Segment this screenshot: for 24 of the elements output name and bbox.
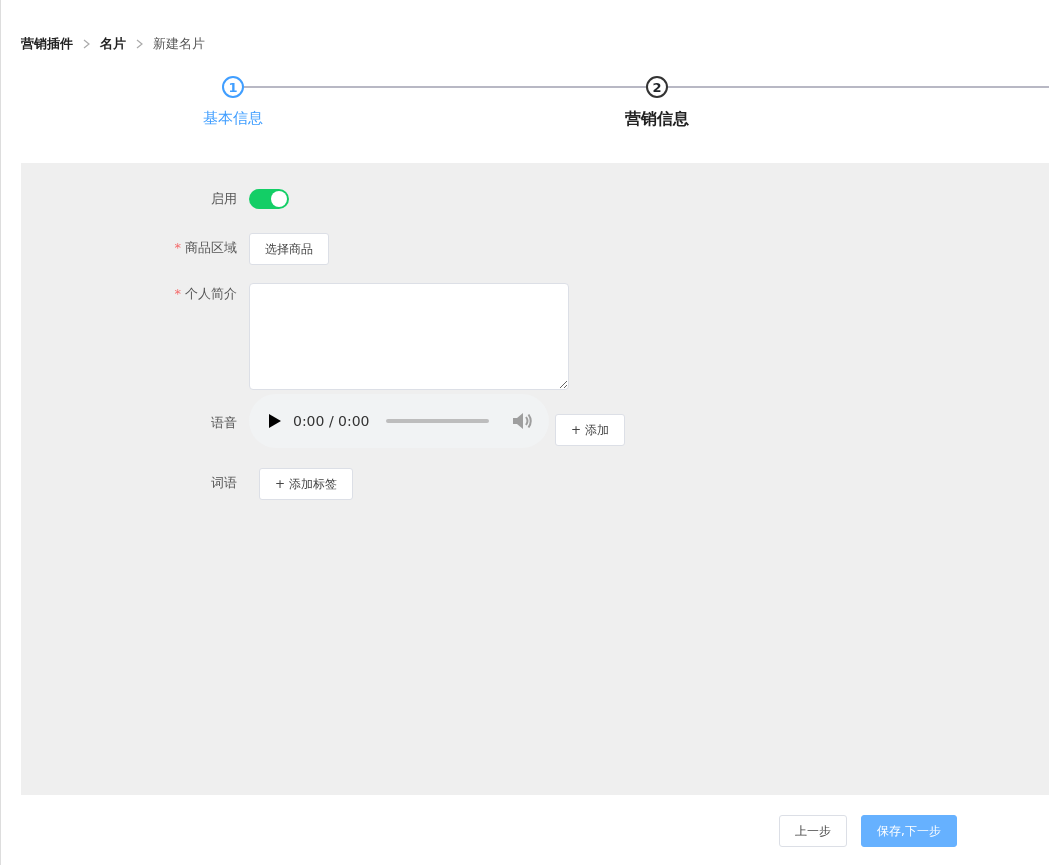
field-label: 启用 (211, 191, 237, 206)
volume-icon (513, 412, 533, 430)
step-label: 营销信息 (625, 108, 689, 130)
text-area[interactable] (249, 283, 569, 390)
breadcrumb-link[interactable]: 名片 (100, 34, 126, 54)
chevron-icon (83, 39, 90, 49)
step-label: 基本信息 (203, 108, 263, 129)
audio-player[interactable]: 0:00 / 0:00 (249, 394, 549, 448)
breadcrumb-link[interactable]: 营销插件 (21, 34, 73, 54)
audio-time: 0:00 / 0:00 (293, 411, 370, 431)
select-button[interactable]: 选择商品 (249, 233, 329, 265)
field-label: 语音 (211, 415, 237, 430)
field-label: * 商品区域 (174, 240, 237, 255)
field-label: 词语 (211, 475, 237, 490)
toggle-switch[interactable] (249, 189, 289, 209)
play-icon (269, 414, 281, 428)
chevron-icon (136, 39, 143, 49)
step-number: 1 (222, 76, 244, 98)
add-button[interactable]: + 添加 (555, 414, 625, 446)
step-number: 2 (646, 76, 668, 98)
progress-track[interactable] (385, 419, 489, 423)
add-tag-button[interactable]: + 添加标签 (259, 468, 353, 500)
field-label: * 个人简介 (174, 286, 237, 301)
previous-button[interactable]: 上一步 (779, 815, 847, 847)
